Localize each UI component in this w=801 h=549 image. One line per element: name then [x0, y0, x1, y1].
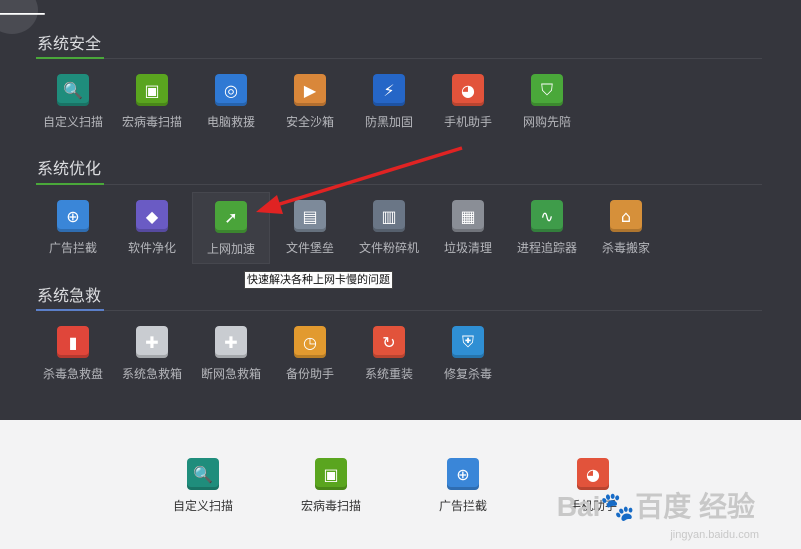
arrow-head — [256, 195, 283, 214]
annotation-arrow — [256, 146, 463, 214]
arrow-shaft — [269, 146, 463, 209]
